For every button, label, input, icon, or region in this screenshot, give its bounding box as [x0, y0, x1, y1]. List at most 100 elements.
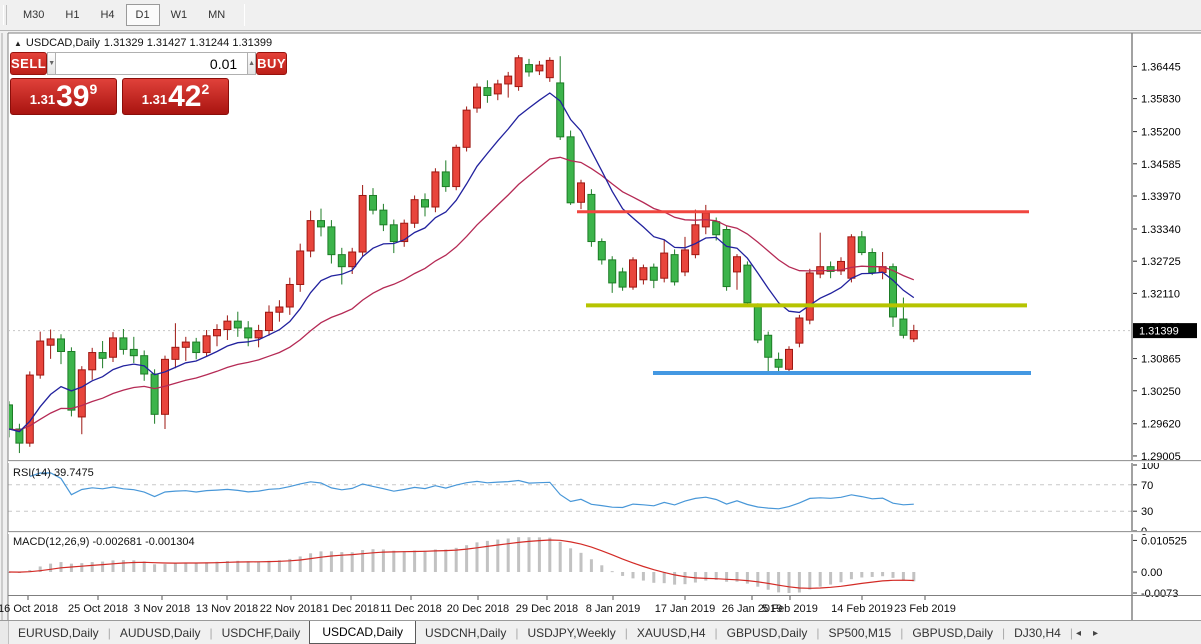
sell-price-main: 39 — [56, 80, 90, 113]
tab-scroll-left-icon[interactable]: ◂ — [1076, 628, 1081, 639]
candle — [587, 193, 596, 243]
svg-text:-0.0073: -0.0073 — [1141, 588, 1178, 600]
candle — [504, 75, 513, 85]
svg-text:0.00: 0.00 — [1141, 567, 1162, 579]
spin-down-icon: ▼ — [48, 60, 56, 67]
candle — [712, 221, 721, 236]
svg-text:1.31399: 1.31399 — [1139, 326, 1179, 338]
one-click-trading-panel: SELL ▼ ▲ BUY 1.31 39 9 1.31 42 2 — [10, 52, 288, 115]
svg-text:3 Nov 2018: 3 Nov 2018 — [134, 603, 190, 615]
buy-button[interactable]: BUY — [256, 52, 288, 75]
candle — [847, 236, 856, 279]
candle — [441, 171, 450, 188]
candle — [639, 267, 648, 281]
candle — [119, 337, 128, 350]
candle — [681, 249, 689, 273]
candle — [57, 338, 65, 352]
candle — [431, 171, 440, 208]
candle — [577, 182, 585, 203]
svg-text:1 Dec 2018: 1 Dec 2018 — [323, 603, 379, 615]
candle — [25, 374, 34, 444]
candle — [889, 266, 897, 318]
svg-text:20 Dec 2018: 20 Dec 2018 — [447, 603, 509, 615]
candle — [181, 341, 190, 348]
svg-text:14 Feb 2019: 14 Feb 2019 — [831, 603, 893, 615]
svg-text:8 Jan 2019: 8 Jan 2019 — [586, 603, 640, 615]
candle — [244, 327, 253, 339]
volume-increase-button[interactable]: ▲ — [247, 52, 257, 75]
spin-up-icon: ▲ — [248, 60, 256, 67]
svg-text:13 Nov 2018: 13 Nov 2018 — [196, 603, 258, 615]
candle — [868, 252, 877, 273]
chart-symbol-label: USDCAD,Daily — [25, 37, 100, 49]
chart-tab-bar: EURUSD,Daily | AUDUSD,Daily | USDCHF,Daily US… — [0, 620, 1201, 644]
tab-usdcnh-daily[interactable]: USDCNH,Daily — [416, 626, 515, 640]
tab-eurusd-daily[interactable]: EURUSD,Daily — [9, 626, 108, 640]
trading-terminal-window: M30 H1 H4 D1 W1 MN 1.36445 1.35830 1.35200 1.345… — [0, 0, 1201, 644]
candle — [213, 329, 221, 337]
candle — [296, 250, 305, 285]
candle — [483, 87, 492, 96]
candle — [265, 311, 273, 332]
candle — [98, 352, 107, 359]
rsi-indicator-label: RSI(14) 39.7475 — [13, 467, 94, 479]
candle — [805, 272, 814, 321]
tab-gbpusd-daily[interactable]: GBPUSD,Daily — [718, 626, 817, 640]
candle — [566, 136, 575, 204]
candle — [618, 271, 627, 288]
candle — [67, 350, 76, 411]
candle — [348, 251, 357, 268]
candle — [379, 209, 388, 226]
collapse-triangle-icon[interactable]: ▲ — [14, 39, 22, 48]
svg-text:1.32110: 1.32110 — [1141, 288, 1180, 300]
svg-text:1.32725: 1.32725 — [1141, 256, 1181, 268]
buy-price-quote[interactable]: 1.31 42 2 — [122, 78, 229, 115]
tab-xauusd-h4[interactable]: XAUUSD,H4 — [628, 626, 715, 640]
tab-scroll-right-icon[interactable]: ▸ — [1093, 628, 1098, 639]
volume-decrease-button[interactable]: ▼ — [47, 52, 57, 75]
candle — [670, 254, 679, 283]
candle — [306, 220, 315, 252]
candle — [909, 330, 918, 340]
tab-usdcad-daily[interactable]: USDCAD,Daily — [309, 621, 416, 644]
svg-text:30: 30 — [1141, 506, 1153, 518]
candle — [358, 194, 367, 253]
sell-price-quote[interactable]: 1.31 39 9 — [10, 78, 117, 115]
tab-dj30-h4[interactable]: DJ30,H4 — [1005, 626, 1070, 640]
candle — [764, 334, 773, 358]
svg-text:1.30250: 1.30250 — [1141, 386, 1181, 398]
candle — [660, 252, 669, 279]
svg-text:70: 70 — [1141, 480, 1153, 492]
tab-audusd-daily[interactable]: AUDUSD,Daily — [111, 626, 210, 640]
volume-input[interactable] — [56, 52, 248, 75]
candle — [410, 199, 419, 224]
tab-bar-stub[interactable] — [0, 621, 9, 644]
tab-usdjpy-weekly[interactable]: USDJPY,Weekly — [518, 626, 624, 640]
svg-text:29 Dec 2018: 29 Dec 2018 — [516, 603, 578, 615]
candle — [545, 59, 554, 79]
svg-text:1.35830: 1.35830 — [1141, 94, 1181, 106]
candle — [36, 340, 45, 376]
svg-text:1.33340: 1.33340 — [1141, 224, 1181, 236]
candle — [452, 146, 461, 188]
candle — [77, 369, 86, 418]
tab-gbpusd-daily[interactable]: GBPUSD,Daily — [903, 626, 1002, 640]
candle — [369, 194, 377, 211]
candle — [473, 86, 481, 109]
svg-text:17 Jan 2019: 17 Jan 2019 — [655, 603, 716, 615]
buy-price-pip: 2 — [201, 81, 210, 97]
candle — [525, 64, 533, 73]
candle — [389, 224, 398, 243]
svg-text:11 Dec 2018: 11 Dec 2018 — [380, 603, 442, 615]
candle — [795, 317, 804, 344]
candle — [514, 57, 523, 88]
sell-button[interactable]: SELL — [10, 52, 48, 75]
chart-title: ▲ USDCAD,Daily 1.31329 1.31427 1.31244 1.3… — [14, 37, 276, 49]
candle — [691, 224, 700, 256]
tab-sp500-m15[interactable]: SP500,M15 — [819, 626, 900, 640]
candle — [857, 236, 866, 254]
tab-usdchf-daily[interactable]: USDCHF,Daily — [213, 626, 310, 640]
candle — [46, 338, 55, 346]
candle — [254, 330, 263, 339]
candle — [743, 264, 752, 304]
